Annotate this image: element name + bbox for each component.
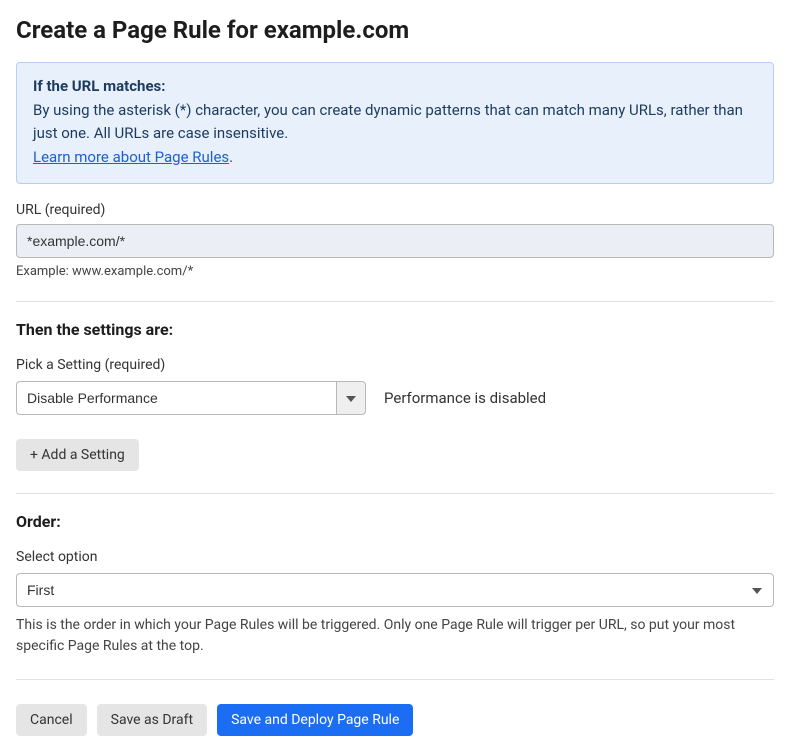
page-title: Create a Page Rule for example.com: [16, 16, 774, 44]
url-input[interactable]: [16, 224, 774, 258]
save-deploy-button[interactable]: Save and Deploy Page Rule: [217, 704, 413, 736]
url-example-text: Example: www.example.com/*: [16, 264, 774, 279]
pick-setting-label: Pick a Setting (required): [16, 357, 774, 373]
setting-select[interactable]: Disable Performance: [16, 381, 336, 415]
settings-heading: Then the settings are:: [16, 320, 774, 339]
url-label: URL (required): [16, 202, 774, 218]
divider: [16, 679, 774, 680]
order-select-label: Select option: [16, 549, 774, 565]
cancel-button[interactable]: Cancel: [16, 704, 87, 736]
action-bar: Cancel Save as Draft Save and Deploy Pag…: [16, 704, 774, 736]
info-body-text: By using the asterisk (*) character, you…: [33, 101, 743, 142]
info-heading: If the URL matches:: [33, 77, 757, 95]
order-select[interactable]: First: [16, 573, 774, 607]
info-period: .: [229, 148, 233, 166]
divider: [16, 493, 774, 494]
order-heading: Order:: [16, 512, 774, 531]
info-box: If the URL matches: By using the asteris…: [16, 62, 774, 184]
info-body: By using the asterisk (*) character, you…: [33, 99, 757, 169]
setting-select-arrow[interactable]: [336, 381, 366, 415]
setting-description: Performance is disabled: [384, 389, 546, 407]
learn-more-link[interactable]: Learn more about Page Rules: [33, 148, 229, 166]
save-draft-button[interactable]: Save as Draft: [97, 704, 207, 736]
divider: [16, 301, 774, 302]
order-help-text: This is the order in which your Page Rul…: [16, 615, 774, 657]
chevron-down-icon: [346, 390, 356, 406]
add-setting-button[interactable]: + Add a Setting: [16, 439, 139, 471]
setting-select-wrap: Disable Performance: [16, 381, 366, 415]
url-field-group: URL (required) Example: www.example.com/…: [16, 202, 774, 279]
order-select-wrap: First: [16, 573, 774, 607]
settings-row: Disable Performance Performance is disab…: [16, 381, 774, 415]
